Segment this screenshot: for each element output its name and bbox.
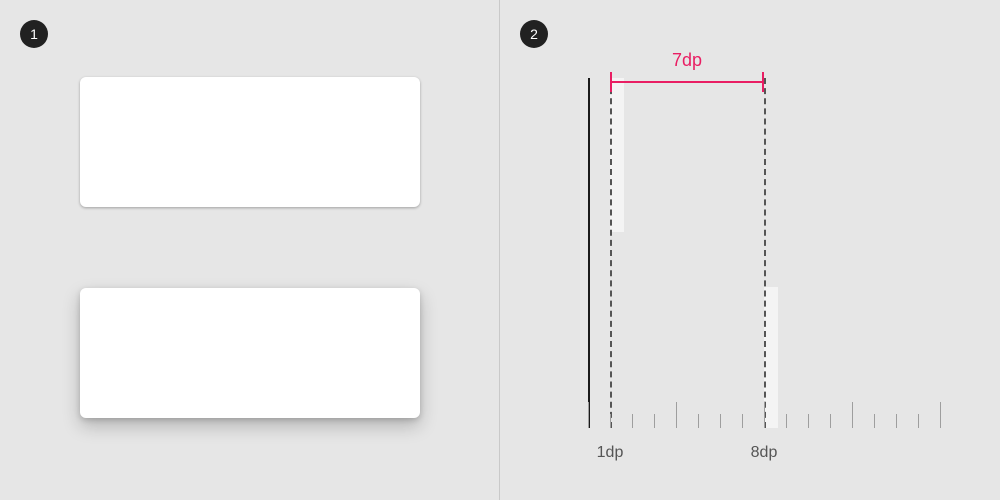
panel-elevation-ruler: 2 7dp 1dp 8dp (500, 0, 1000, 500)
measurement-label: 7dp (672, 50, 702, 71)
panel-badge-2: 2 (520, 20, 548, 48)
measurement-bar (610, 81, 764, 83)
tick-minor (610, 414, 611, 428)
panel-elevation-examples: 1 (0, 0, 499, 500)
tick-minor (830, 414, 831, 428)
tick-minor (896, 414, 897, 428)
card-elevation-high (80, 288, 420, 418)
tick-minor (742, 414, 743, 428)
tick-label-1dp: 1dp (597, 444, 624, 462)
panel-badge-1-label: 1 (30, 26, 38, 42)
elevation-diagram: 7dp 1dp 8dp (550, 0, 1000, 500)
panel-badge-1: 1 (20, 20, 48, 48)
measurement-caliper (610, 72, 764, 92)
baseline-0dp (588, 78, 590, 428)
tick-major (764, 402, 765, 428)
tick-minor (654, 414, 655, 428)
tick-label-8dp: 8dp (751, 444, 778, 462)
tick-major (852, 402, 853, 428)
guide-8dp (764, 78, 766, 428)
tick-minor (808, 414, 809, 428)
tick-minor (918, 414, 919, 428)
measurement-cap-left (610, 72, 612, 92)
tick-minor (720, 414, 721, 428)
surface-1dp (610, 78, 624, 232)
panel-badge-2-label: 2 (530, 26, 538, 42)
guide-1dp (610, 78, 612, 428)
tick-major (676, 402, 677, 428)
card-elevation-low (80, 77, 420, 207)
measurement-cap-right (762, 72, 764, 92)
tick-minor (698, 414, 699, 428)
tick-major (588, 402, 589, 428)
tick-minor (874, 414, 875, 428)
tick-major (940, 402, 941, 428)
tick-minor (632, 414, 633, 428)
surface-8dp (764, 287, 778, 428)
tick-minor (786, 414, 787, 428)
